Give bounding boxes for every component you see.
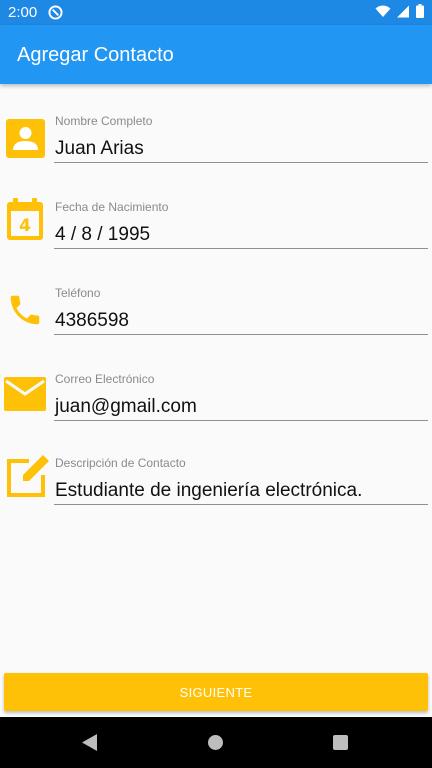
page-title: Agregar Contacto: [17, 44, 174, 66]
recents-icon[interactable]: [333, 735, 348, 750]
wifi-icon: [375, 5, 391, 17]
birth-date-input[interactable]: 4 / 8 / 1995: [55, 224, 150, 246]
full-name-underline: [54, 162, 428, 163]
full-name-input[interactable]: Juan Arias: [55, 138, 144, 160]
phone-input[interactable]: 4386598: [55, 310, 129, 332]
phone-underline: [54, 334, 428, 335]
email-field[interactable]: Correo Electrónico juan@gmail.com: [0, 368, 432, 428]
person-icon: [5, 116, 45, 160]
description-input[interactable]: Estudiante de ingeniería electrónica.: [55, 480, 362, 502]
calendar-icon: 4: [5, 198, 45, 242]
birth-date-field[interactable]: 4 Fecha de Nacimiento 4 / 8 / 1995: [0, 196, 432, 256]
battery-icon: [416, 4, 424, 18]
email-underline: [54, 420, 428, 421]
full-name-field[interactable]: Nombre Completo Juan Arias: [0, 110, 432, 170]
description-field[interactable]: Descripción de Contacto Estudiante de in…: [0, 452, 432, 512]
system-nav-bar: [0, 717, 432, 768]
app-notification-icon: [48, 5, 63, 20]
phone-icon: [5, 288, 45, 332]
full-name-label: Nombre Completo: [55, 114, 153, 128]
back-icon[interactable]: [82, 734, 97, 751]
email-label: Correo Electrónico: [55, 372, 155, 386]
edit-icon: [5, 452, 51, 500]
email-input[interactable]: juan@gmail.com: [55, 396, 197, 418]
next-button[interactable]: SIGUIENTE: [4, 673, 428, 711]
description-underline: [54, 504, 428, 505]
description-label: Descripción de Contacto: [55, 456, 186, 470]
phone-label: Teléfono: [55, 286, 101, 300]
status-time: 2:00: [8, 4, 38, 21]
app-bar: Agregar Contacto: [0, 25, 432, 84]
home-icon[interactable]: [208, 735, 223, 750]
signal-icon: [397, 5, 409, 17]
phone-field[interactable]: Teléfono 4386598: [0, 282, 432, 342]
birth-date-label: Fecha de Nacimiento: [55, 200, 169, 214]
status-icons: [375, 4, 424, 18]
email-icon: [4, 372, 46, 416]
svg-text:4: 4: [19, 216, 31, 236]
birth-date-underline: [54, 248, 428, 249]
status-bar: 2:00: [0, 0, 432, 25]
